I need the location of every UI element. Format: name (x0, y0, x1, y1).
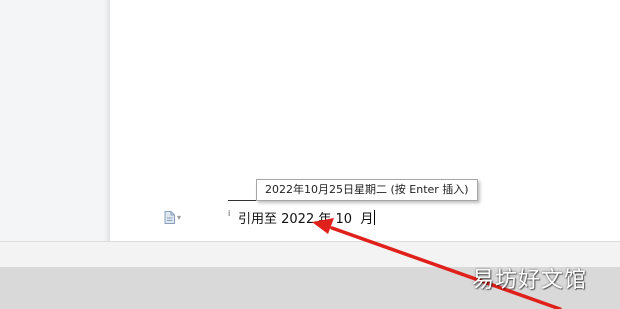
watermark-text: 易坊好文馆 (472, 268, 588, 293)
arrow-head (312, 218, 334, 234)
